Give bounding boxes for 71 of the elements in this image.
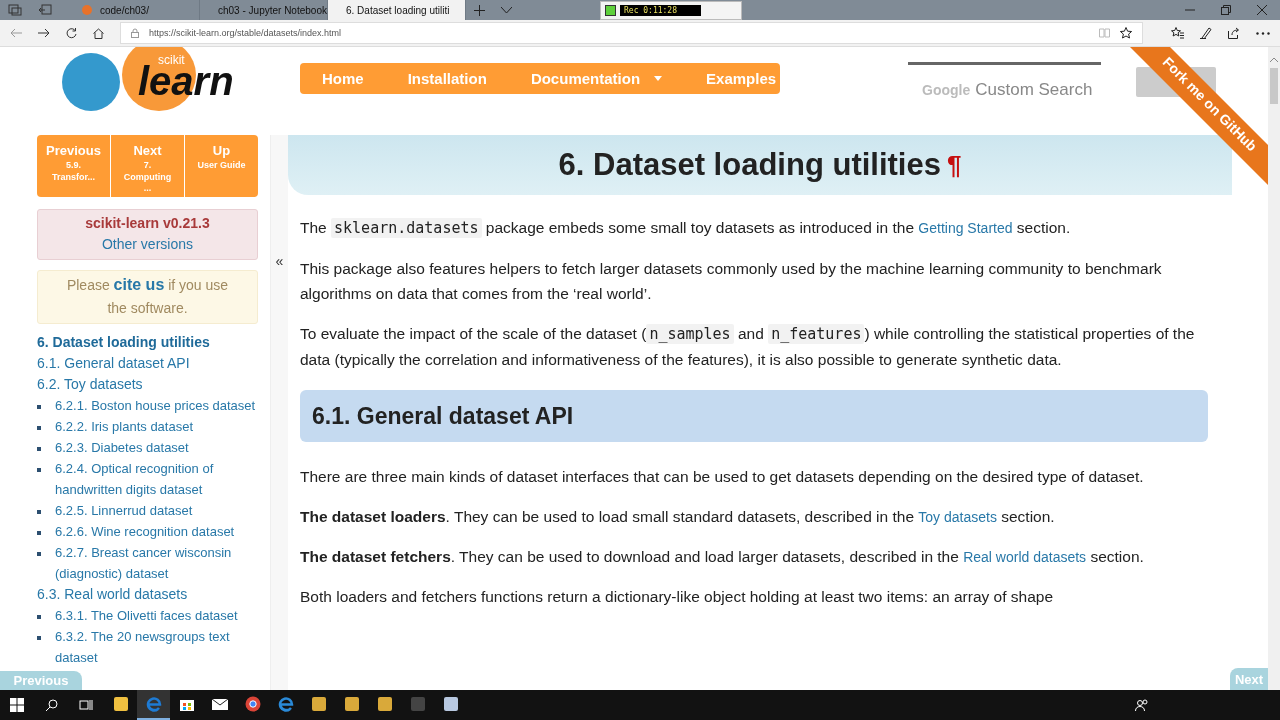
new-tab-icon[interactable] [474, 4, 485, 16]
google-wordmark: Google [922, 81, 971, 98]
forward-icon[interactable] [38, 28, 50, 38]
toc-link[interactable]: 6. Dataset loading utilities [37, 332, 263, 353]
people-icon[interactable] [1135, 699, 1149, 711]
restore-icon[interactable] [1221, 5, 1231, 15]
share-icon[interactable] [1228, 27, 1240, 39]
paragraph: The sklearn.datasets package embeds some small toy datasets as introduced in the Getting Started section. [300, 217, 1072, 240]
page-title: 6. Dataset loading utilities [558, 147, 941, 183]
favorites-icon[interactable] [1171, 27, 1184, 39]
browser-tab[interactable]: 6. Dataset loading utiliti [328, 0, 466, 20]
tab-actions-icon[interactable] [8, 4, 22, 16]
paragraph: The dataset loaders. They can be used to load small standard datasets, described in the Toy datasets section. [300, 507, 1056, 527]
paragraph: This package also features helpers to fetch larger datasets commonly used by the machine learning community to benchmark algorithms on data that comes from the ‘real world’. [300, 259, 1163, 304]
toc-link[interactable]: 6.2.5. Linnerrud dataset [55, 500, 193, 521]
mail-icon[interactable] [210, 696, 229, 712]
app-icon[interactable] [375, 696, 394, 712]
tab-title: code/ch03/ [100, 4, 149, 16]
text-link[interactable]: Real world datasets [963, 549, 1087, 565]
more-icon[interactable] [1256, 31, 1270, 35]
cite-link[interactable]: cite us [113, 276, 165, 293]
record-indicator-icon [605, 4, 616, 16]
folder-icon[interactable] [111, 696, 130, 712]
scroll-up-icon[interactable] [1270, 57, 1278, 62]
version-label: scikit-learn v0.21.3 [85, 214, 210, 233]
task-view-icon[interactable] [79, 699, 93, 711]
palette-icon[interactable] [441, 696, 460, 712]
search-icon[interactable] [45, 698, 58, 712]
address-bar[interactable]: https://scikit-learn.org/stable/datasets/index.html [120, 22, 1143, 44]
scrollbar-thumb[interactable] [1270, 68, 1278, 104]
text-link[interactable]: Toy datasets [918, 509, 997, 525]
toc-link[interactable]: 6.2.1. Boston house prices dataset [55, 395, 256, 416]
toc-link[interactable]: 6.3.2. The 20 newsgroups text dataset [55, 626, 263, 668]
paragraph: There are three main kinds of dataset interfaces that can be used to get datasets depending on the desired type of dataset. [300, 467, 1145, 487]
text-link[interactable]: Getting Started [918, 220, 1013, 236]
app-icon[interactable] [342, 696, 361, 712]
other-versions-link[interactable]: Other versions [101, 233, 193, 255]
paragraph: The dataset fetchers. They can be used to download and load larger datasets, described in the Real world datasets section. [300, 547, 1145, 567]
browser-icon[interactable] [243, 696, 262, 712]
caret-icon [654, 76, 663, 81]
tab-title: ch03 - Jupyter Notebook [218, 4, 327, 16]
app-icon[interactable] [309, 696, 328, 712]
recording-time: Rec 0:11:28 [620, 4, 701, 16]
toc-link[interactable]: 6.2.3. Diabetes dataset [55, 437, 189, 458]
back-tabs-icon[interactable] [38, 4, 52, 16]
chevron-down-icon[interactable] [501, 6, 512, 14]
lock-icon [131, 28, 139, 38]
toc-link[interactable]: 6.2. Toy datasets [37, 374, 263, 395]
tab-title: 6. Dataset loading utiliti [346, 4, 450, 16]
section-heading: 6.1. General dataset API [300, 390, 1208, 442]
toc-link[interactable]: 6.2.7. Breast cancer wisconsin (diagnostic) dataset [55, 542, 263, 584]
toc-link[interactable]: 6.1. General dataset API [37, 353, 263, 374]
windows-icon[interactable] [10, 698, 24, 712]
toc-link[interactable]: 6.2.6. Wine recognition dataset [55, 521, 235, 542]
cite-text: Please cite us if you use the software. [65, 275, 230, 318]
star-icon[interactable] [1120, 27, 1132, 39]
back-icon[interactable] [10, 28, 22, 38]
toc-link[interactable]: 6.3. Real world datasets [37, 584, 263, 605]
toc-link[interactable]: 6.2.2. Iris plants dataset [55, 416, 194, 437]
toc-link[interactable]: 6.3.1. The Olivetti faces dataset [55, 605, 238, 626]
scrollbar[interactable] [1268, 47, 1280, 690]
refresh-icon[interactable] [66, 27, 77, 39]
tab-favicon-icon [82, 5, 92, 15]
collapse-toggle[interactable]: « [275, 253, 284, 269]
close-icon[interactable] [1257, 5, 1267, 15]
paragraph: To evaluate the impact of the scale of the dataset ( n_samples and n_features ) while controlling the statistical properties of the data (typically the correlation and informativeness of the features), it is also possible to generate synthetic data. [300, 323, 1196, 370]
permalink[interactable]: ¶ [946, 149, 962, 181]
home-icon[interactable] [93, 27, 104, 39]
toc-link[interactable]: 6.2.4. Optical recognition of handwritten digits dataset [55, 458, 263, 500]
pen-icon[interactable] [1200, 27, 1212, 39]
paragraph: Both loaders and fetchers functions return a dictionary-like object holding at least two items: an array of shape [300, 587, 1055, 607]
